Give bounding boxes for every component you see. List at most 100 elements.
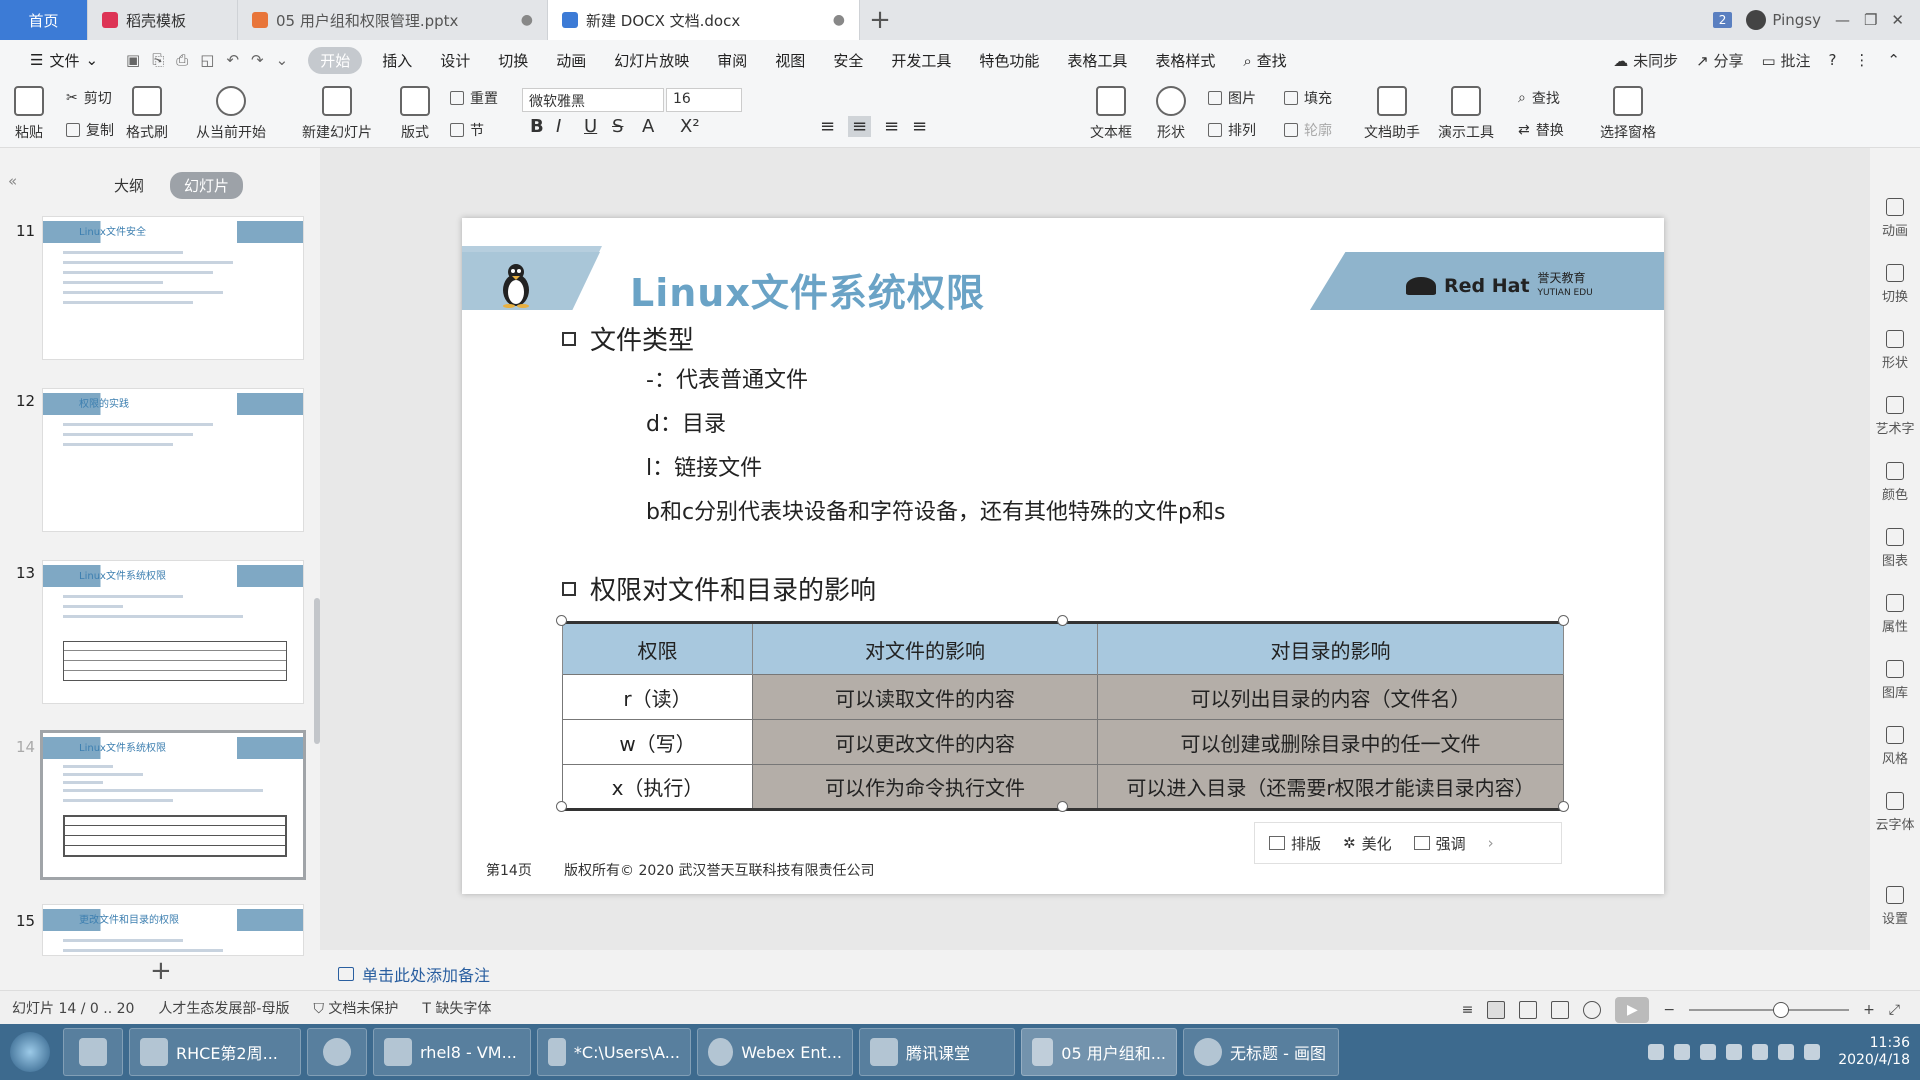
zoom-slider[interactable] <box>1689 1002 1850 1018</box>
cut-button[interactable]: ✂ 剪切 <box>66 88 112 108</box>
layout-button[interactable]: 版式 <box>400 86 430 142</box>
panel-shape[interactable]: 形状 <box>1870 330 1920 371</box>
notes-placeholder[interactable]: 单击此处添加备注 <box>338 962 490 986</box>
underline-icon[interactable]: U <box>584 116 597 137</box>
shape-button[interactable]: 形状 <box>1156 86 1186 142</box>
menu-insert[interactable]: 插入 <box>368 50 426 71</box>
tray-icon[interactable] <box>1726 1044 1743 1060</box>
tab-home[interactable]: 首页 <box>0 0 88 40</box>
comment-button[interactable]: ▭ 批注 <box>1761 50 1810 71</box>
panel-settings[interactable]: 设置 <box>1870 886 1920 927</box>
start-button[interactable] <box>0 1024 60 1080</box>
tab-pptx[interactable]: 05 用户组和权限管理.pptx ● <box>238 0 548 40</box>
bold-icon[interactable]: B <box>530 116 544 137</box>
menu-home[interactable]: 开始 <box>308 46 363 74</box>
panel-transition[interactable]: 切换 <box>1870 264 1920 305</box>
resize-handle[interactable] <box>1558 615 1569 626</box>
redo-icon[interactable]: ↷ <box>251 51 264 69</box>
table-cell[interactable]: 可以进入目录（还需要r权限才能读目录内容） <box>1097 764 1564 810</box>
slide-thumbnail-14[interactable]: Linux文件系统权限 <box>40 730 306 880</box>
font-family-select[interactable]: 微软雅黑 <box>522 88 664 112</box>
panel-color[interactable]: 颜色 <box>1870 462 1920 503</box>
resize-handle[interactable] <box>1057 801 1068 812</box>
taskbar-item[interactable]: 腾讯课堂 <box>859 1028 1015 1076</box>
emphasis-button[interactable]: 强调 <box>1413 833 1466 854</box>
menu-search[interactable]: ⌕ 查找 <box>1229 50 1300 71</box>
missing-font-status[interactable]: T 缺失字体 <box>422 998 491 1018</box>
taskbar-item[interactable]: RHCE第2周... <box>129 1028 301 1076</box>
table-cell[interactable]: 可以更改文件的内容 <box>752 719 1098 765</box>
save-icon[interactable]: ▣ <box>126 51 140 69</box>
slide[interactable]: Linux文件系统权限 Red Hat 誉天教育 YUTIAN EDU 文件类型 … <box>462 218 1664 894</box>
table-cell[interactable]: 可以读取文件的内容 <box>752 674 1098 720</box>
protect-status[interactable]: ⛉ 文档未保护 <box>313 998 398 1018</box>
resize-handle[interactable] <box>1558 801 1569 812</box>
menu-view[interactable]: 视图 <box>761 50 819 71</box>
tray-icon[interactable] <box>1752 1044 1769 1060</box>
sync-status[interactable]: ☁ 未同步 <box>1613 50 1678 71</box>
notes-toggle-icon[interactable]: ≡ <box>1462 1002 1474 1018</box>
format-painter-button[interactable]: 格式刷 <box>126 86 168 142</box>
panel-cloud-font[interactable]: 云字体 <box>1870 792 1920 833</box>
table-cell[interactable]: 可以列出目录的内容（文件名） <box>1097 674 1564 720</box>
align-center-icon[interactable]: ≡ <box>848 116 872 137</box>
panel-chart[interactable]: 图表 <box>1870 528 1920 569</box>
permissions-table[interactable]: 权限 对文件的影响 对目录的影响 r（读） 可以读取文件的内容 可以列出目录的内… <box>562 621 1564 811</box>
zoom-knob[interactable] <box>1773 1002 1790 1018</box>
replace-button[interactable]: ⇄ 替换 <box>1518 120 1564 140</box>
align-right-icon[interactable]: ≡ <box>884 116 899 137</box>
fit-window-icon[interactable]: ⤢ <box>1889 1002 1900 1018</box>
table-cell[interactable]: x（执行） <box>562 764 753 810</box>
menu-design[interactable]: 设计 <box>426 50 484 71</box>
collapse-sidebar-icon[interactable]: « <box>8 172 17 190</box>
resize-handle[interactable] <box>556 801 567 812</box>
network-icon[interactable] <box>1778 1044 1795 1060</box>
menu-table-tools[interactable]: 表格工具 <box>1053 50 1141 71</box>
help-icon[interactable]: ? <box>1828 51 1836 69</box>
add-slide-button[interactable]: + <box>150 956 172 986</box>
reset-button[interactable]: 重置 <box>450 88 498 108</box>
export-icon[interactable]: ⎘ <box>152 51 164 69</box>
align-left-icon[interactable]: ≡ <box>820 116 835 137</box>
tab-outline[interactable]: 大纲 <box>100 172 158 199</box>
table-cell[interactable]: 可以创建或删除目录中的任一文件 <box>1097 719 1564 765</box>
normal-view-icon[interactable] <box>1487 1001 1506 1019</box>
panel-properties[interactable]: 属性 <box>1870 594 1920 635</box>
menu-security[interactable]: 安全 <box>819 50 877 71</box>
taskbar-item[interactable]: rhel8 - VM... <box>373 1028 531 1076</box>
selection-pane-button[interactable]: 选择窗格 <box>1600 86 1656 142</box>
chevron-right-icon[interactable]: › <box>1488 834 1494 852</box>
close-icon[interactable]: ✕ <box>1891 11 1904 29</box>
taskbar-pinned-app[interactable] <box>307 1028 367 1076</box>
paste-button[interactable]: 粘贴 <box>14 86 44 142</box>
reading-view-icon[interactable] <box>1551 1001 1570 1019</box>
tab-slides[interactable]: 幻灯片 <box>170 172 244 199</box>
taskbar-item[interactable]: *C:\Users\A... <box>537 1028 691 1076</box>
customize-icon[interactable]: ⌄ <box>276 51 289 69</box>
table-cell[interactable]: 可以作为命令执行文件 <box>752 764 1098 810</box>
table-cell[interactable]: w（写） <box>562 719 753 765</box>
picture-button[interactable]: 图片 <box>1208 88 1256 108</box>
font-color-icon[interactable]: A <box>642 116 654 137</box>
new-tab-button[interactable]: + <box>860 0 900 40</box>
user-account[interactable]: Pingsy <box>1746 10 1821 30</box>
minimize-icon[interactable]: — <box>1835 11 1850 29</box>
section-button[interactable]: 节 <box>450 120 484 140</box>
zoom-out-icon[interactable]: − <box>1663 1002 1675 1018</box>
layout-smart-button[interactable]: 排版 <box>1269 833 1321 854</box>
tab-close-dot[interactable]: ● <box>833 12 845 28</box>
find-button[interactable]: ⌕ 查找 <box>1518 88 1560 108</box>
panel-style[interactable]: 风格 <box>1870 726 1920 767</box>
slide-thumbnail-15[interactable]: 更改文件和目录的权限 <box>42 904 304 956</box>
italic-icon[interactable]: I <box>556 116 561 137</box>
beautify-button[interactable]: ✲ 美化 <box>1343 833 1392 854</box>
outline-button[interactable]: 轮廓 <box>1284 120 1332 140</box>
play-slideshow-button[interactable]: ▶ <box>1615 997 1650 1023</box>
tab-close-dot[interactable]: ● <box>521 12 533 28</box>
menu-developer[interactable]: 开发工具 <box>877 50 965 71</box>
undo-icon[interactable]: ↶ <box>226 51 239 69</box>
tray-icon[interactable] <box>1674 1044 1691 1060</box>
zoom-in-icon[interactable]: + <box>1863 1002 1875 1018</box>
more-icon[interactable]: ⋮ <box>1854 51 1869 69</box>
copy-button[interactable]: 复制 <box>66 120 114 140</box>
